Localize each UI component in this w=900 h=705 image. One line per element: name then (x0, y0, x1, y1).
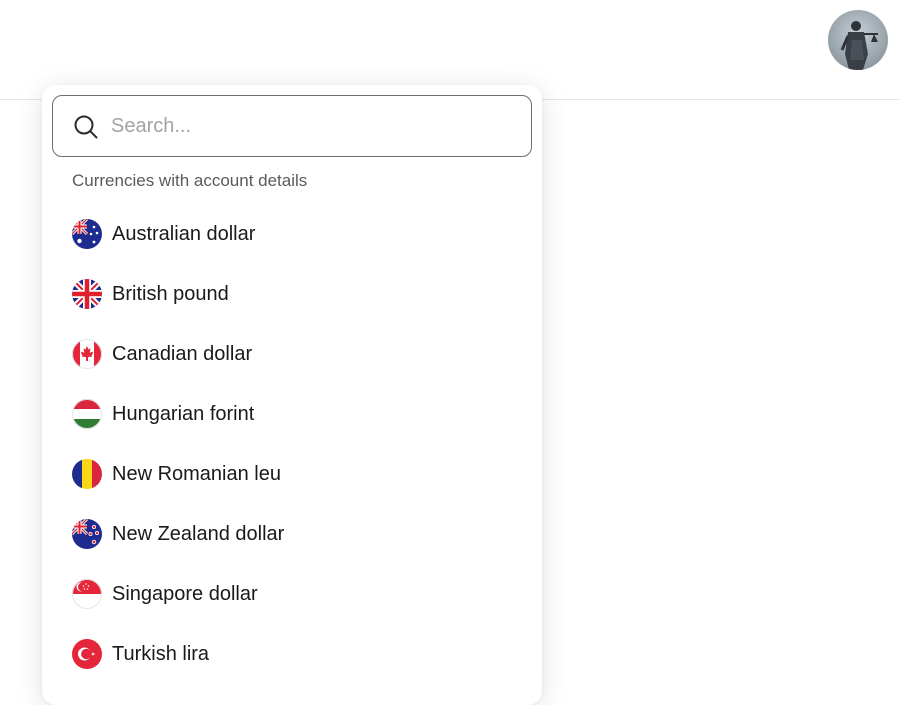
tr-flag-icon (72, 639, 102, 669)
currency-item-label: Canadian dollar (112, 343, 253, 365)
currency-item-label: Turkish lira (112, 643, 210, 665)
hu-flag-icon (72, 399, 102, 429)
currency-item-label: Australian dollar (112, 223, 256, 245)
sg-flag-icon (72, 579, 102, 609)
currency-item-sgd[interactable]: Singapore dollar (42, 564, 542, 624)
currency-item-label: New Romanian leu (112, 463, 281, 485)
currency-item-label: New Zealand dollar (112, 523, 285, 545)
search-input[interactable] (111, 96, 511, 156)
ca-flag-icon (72, 339, 102, 369)
currency-item-try[interactable]: Turkish lira (42, 624, 542, 684)
currency-item-label: British pound (112, 283, 229, 305)
currency-item-cad[interactable]: Canadian dollar (42, 324, 542, 384)
currency-dropdown: Currencies with account details (42, 85, 542, 705)
currency-item-huf[interactable]: Hungarian forint (42, 384, 542, 444)
section-label: Currencies with account details (72, 171, 308, 190)
currency-item-nzd[interactable]: New Zealand dollar (42, 504, 542, 564)
currency-list: Australian dollar British pound Canadian… (42, 204, 542, 684)
user-avatar[interactable] (828, 10, 888, 70)
gb-flag-icon (72, 279, 102, 309)
currency-item-label: Hungarian forint (112, 403, 255, 425)
au-flag-icon (72, 219, 102, 249)
search-icon (73, 114, 99, 140)
avatar-image (828, 10, 888, 70)
currency-item-label: Singapore dollar (112, 583, 258, 605)
ro-flag-icon (72, 459, 102, 489)
nz-flag-icon (72, 519, 102, 549)
currency-item-ron[interactable]: New Romanian leu (42, 444, 542, 504)
search-box[interactable] (52, 95, 532, 157)
currency-item-gbp[interactable]: British pound (42, 264, 542, 324)
currency-item-aud[interactable]: Australian dollar (42, 204, 542, 264)
